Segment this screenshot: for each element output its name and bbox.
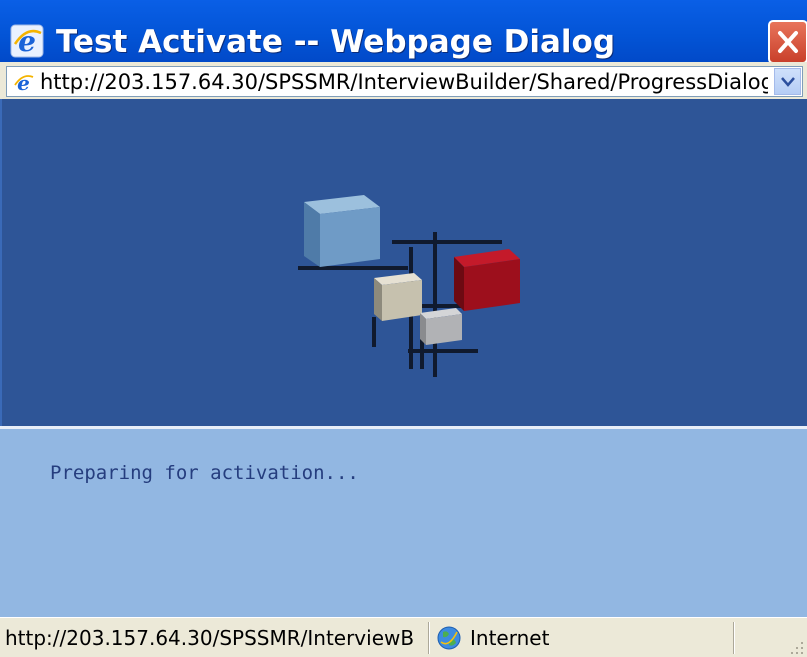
status-separator: [428, 622, 430, 654]
status-separator: [733, 622, 735, 654]
globe-icon: [437, 626, 461, 650]
logo-panel: [0, 99, 807, 426]
chevron-down-icon: [781, 77, 795, 87]
address-dropdown-button[interactable]: [774, 68, 801, 95]
address-bar: e http://203.157.64.30/SPSSMR/InterviewB…: [0, 62, 807, 99]
internet-explorer-icon: e: [10, 24, 44, 58]
address-field[interactable]: e http://203.157.64.30/SPSSMR/InterviewB…: [6, 66, 803, 97]
resize-grip-icon[interactable]: [787, 638, 805, 656]
address-url: http://203.157.64.30/SPSSMR/InterviewBui…: [40, 70, 768, 94]
page-icon: e: [14, 72, 34, 93]
webpage-dialog: e Test Activate -- Webpage Dialog e http…: [0, 0, 807, 657]
progress-message: Preparing for activation...: [50, 462, 359, 484]
window-title: Test Activate -- Webpage Dialog: [56, 24, 616, 60]
close-icon: [778, 31, 798, 53]
close-button[interactable]: [768, 20, 807, 64]
status-bar: http://203.157.64.30/SPSSMR/InterviewB I…: [0, 617, 807, 657]
security-zone-label: Internet: [470, 626, 550, 650]
message-panel: Preparing for activation...: [0, 429, 807, 617]
status-url: http://203.157.64.30/SPSSMR/InterviewB: [5, 626, 415, 650]
spss-cubes-logo: [298, 195, 520, 377]
